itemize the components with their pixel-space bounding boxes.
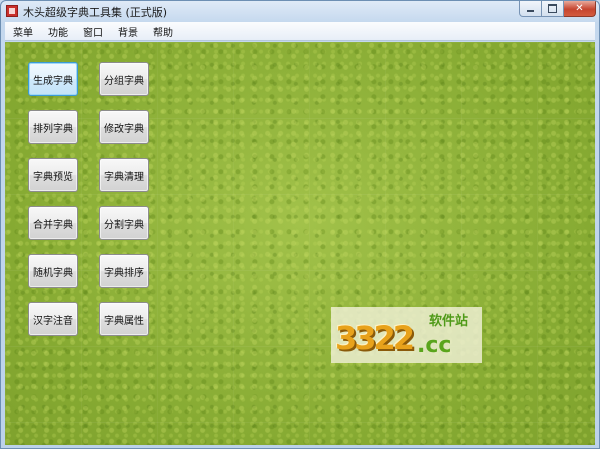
app-window: 木头超级字典工具集 (正式版) ✕ 菜单 功能 窗口 背景 帮助 生成字典 排列… <box>0 0 600 449</box>
watermark-domain: .cc <box>417 333 452 358</box>
close-icon: ✕ <box>575 2 584 14</box>
menu-bar: 菜单 功能 窗口 背景 帮助 <box>5 22 595 41</box>
title-bar[interactable]: 木头超级字典工具集 (正式版) ✕ <box>1 1 599 21</box>
pinyin-annotation-button[interactable]: 汉字注音 <box>28 302 78 336</box>
main-workspace: 生成字典 排列字典 字典预览 合并字典 随机字典 汉字注音 分组字典 修改字典 … <box>5 42 595 445</box>
dictionary-properties-button[interactable]: 字典属性 <box>99 302 149 336</box>
window-title: 木头超级字典工具集 (正式版) <box>23 6 168 19</box>
app-icon <box>6 5 18 17</box>
group-dictionary-button[interactable]: 分组字典 <box>99 62 149 96</box>
menu-item-window[interactable]: 窗口 <box>83 24 103 39</box>
watermark-tag: 软件站 <box>429 314 469 329</box>
site-watermark-logo: 软件站 3322 .cc <box>331 307 482 363</box>
maximize-icon <box>548 4 557 13</box>
watermark-digits: 3322 <box>335 319 415 357</box>
menu-item-background[interactable]: 背景 <box>118 24 138 39</box>
split-dictionary-button[interactable]: 分割字典 <box>99 206 149 240</box>
close-button[interactable]: ✕ <box>564 1 596 17</box>
minimize-button[interactable] <box>519 1 542 17</box>
menu-item-functions[interactable]: 功能 <box>48 24 68 39</box>
menu-item-help[interactable]: 帮助 <box>153 24 173 39</box>
clean-dictionary-button[interactable]: 字典清理 <box>99 158 149 192</box>
maximize-button[interactable] <box>542 1 564 17</box>
permute-dictionary-button[interactable]: 排列字典 <box>28 110 78 144</box>
menu-item-menu[interactable]: 菜单 <box>13 24 33 39</box>
generate-dictionary-button[interactable]: 生成字典 <box>28 62 78 96</box>
modify-dictionary-button[interactable]: 修改字典 <box>99 110 149 144</box>
minimize-icon <box>527 10 534 12</box>
sort-dictionary-button[interactable]: 字典排序 <box>99 254 149 288</box>
merge-dictionary-button[interactable]: 合并字典 <box>28 206 78 240</box>
random-dictionary-button[interactable]: 随机字典 <box>28 254 78 288</box>
preview-dictionary-button[interactable]: 字典预览 <box>28 158 78 192</box>
